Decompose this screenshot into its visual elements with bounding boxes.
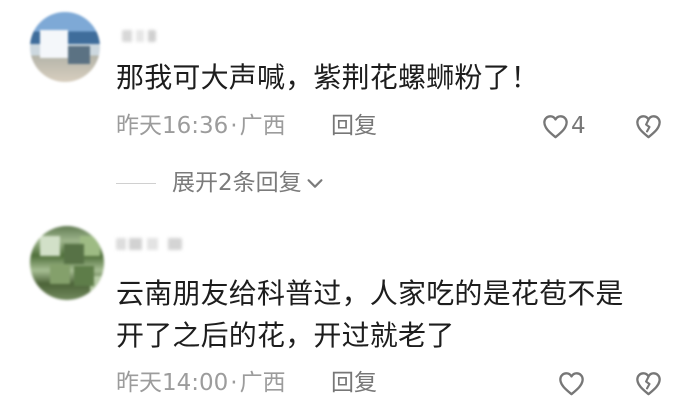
location: 广西 (239, 370, 286, 396)
comment-text-line: 云南朋友给科普过，人家吃的是花苞不是 (116, 277, 624, 310)
expand-replies-button[interactable]: 展开2条回复 (116, 166, 326, 200)
comment-thread: 那我可大声喊，紫荆花螺蛳粉了！ 昨天16:36·广西 回复 4 展开2条回复 云… (0, 0, 700, 404)
timestamp: 昨天14:00 (116, 370, 229, 396)
heart-outline-icon[interactable] (556, 368, 587, 399)
username-blurred (116, 238, 182, 250)
comment-text: 那我可大声喊，紫荆花螺蛳粉了！ (116, 61, 540, 94)
username-blurred (122, 30, 156, 42)
avatar[interactable] (30, 12, 100, 82)
expand-replies-label: 展开2条回复 (172, 170, 302, 196)
chevron-down-icon (307, 179, 323, 188)
like-count: 4 (571, 113, 586, 139)
divider (116, 182, 156, 184)
comment-meta: 昨天14:00·广西 (116, 367, 286, 399)
comment-meta: 昨天16:36·广西 (116, 110, 286, 142)
comment-text-line: 开了之后的花，开过就老了 (116, 319, 455, 352)
meta-separator: · (230, 370, 238, 396)
meta-separator: · (230, 113, 238, 139)
broken-heart-icon[interactable] (633, 111, 664, 142)
heart-outline-icon[interactable] (540, 111, 571, 142)
location: 广西 (239, 113, 286, 139)
reply-button[interactable]: 回复 (331, 110, 377, 142)
timestamp: 昨天16:36 (116, 113, 229, 139)
avatar[interactable] (30, 226, 104, 300)
broken-heart-icon[interactable] (633, 368, 664, 399)
reply-button[interactable]: 回复 (331, 367, 377, 399)
